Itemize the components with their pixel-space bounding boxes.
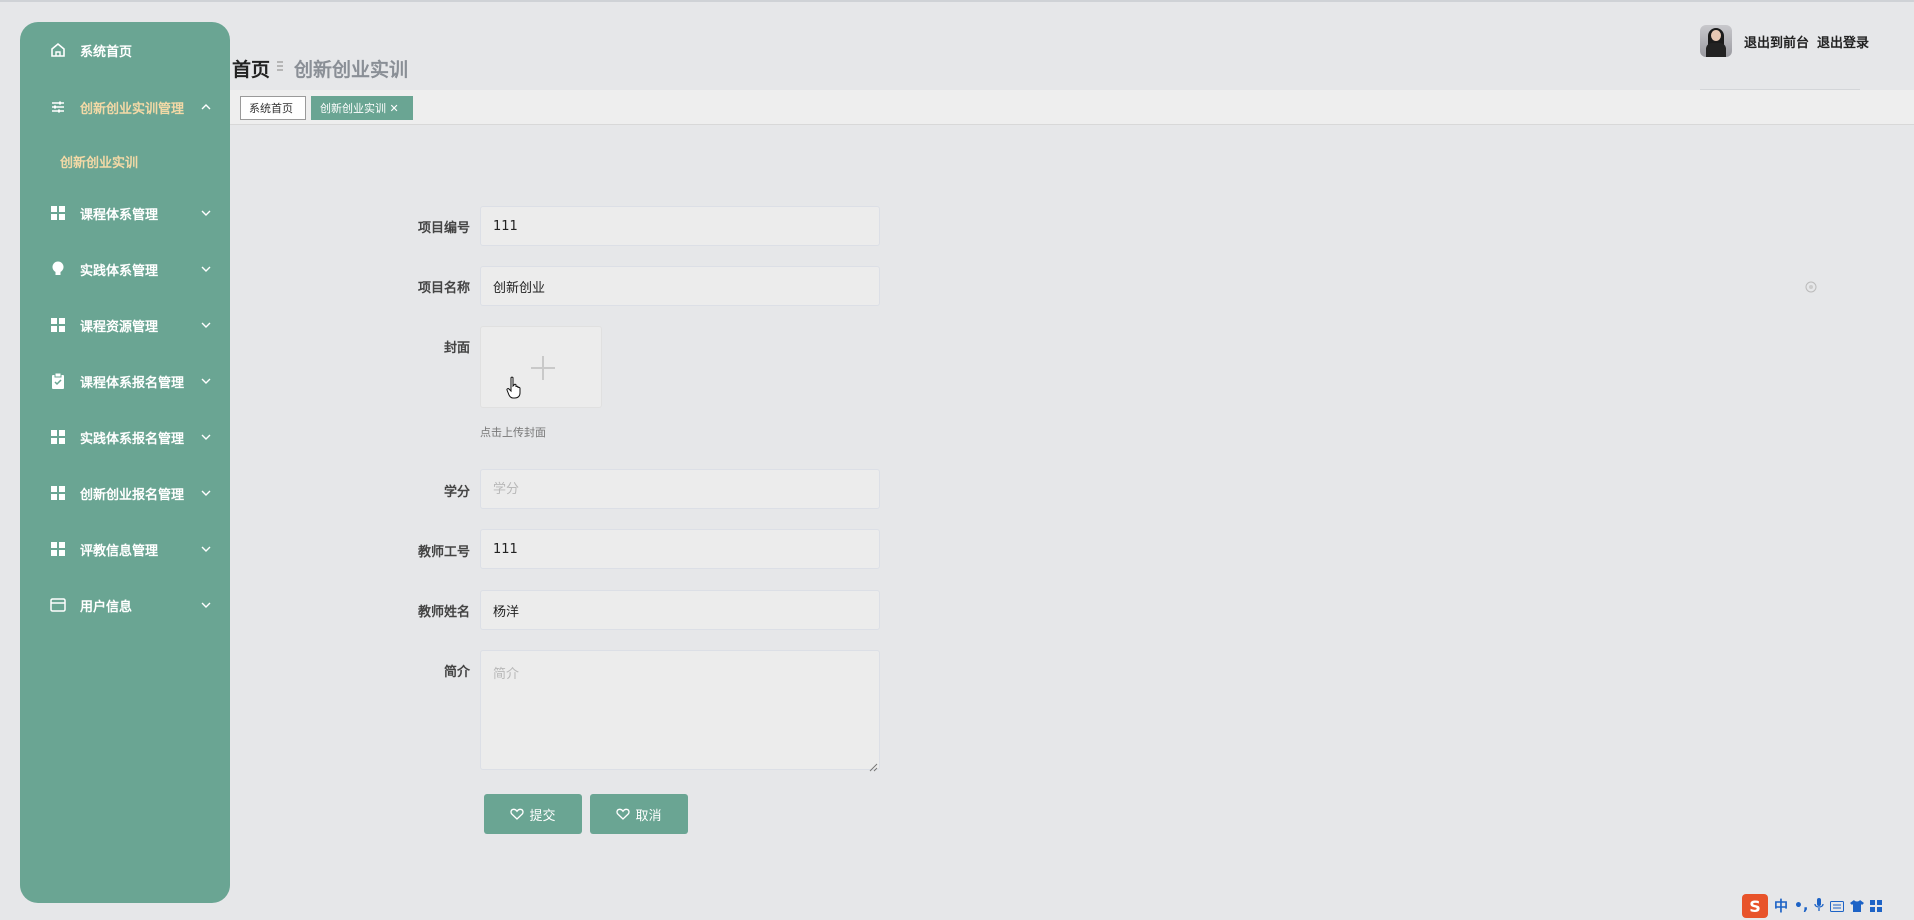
- sidebar-item-user-info[interactable]: 用户信息: [20, 585, 230, 625]
- project-no-input[interactable]: [480, 206, 880, 246]
- sidebar-item-label: 课程体系报名管理: [80, 375, 185, 391]
- sidebar-item-evaluation-mgmt[interactable]: 评教信息管理: [20, 529, 230, 569]
- user-area: 退出到前台 退出登录: [1700, 24, 1869, 58]
- submit-label: 提交: [529, 807, 556, 823]
- cover-upload-tip: 点击上传封面: [480, 426, 546, 439]
- sidebar-item-label: 课程体系管理: [80, 207, 159, 223]
- clear-circle-icon[interactable]: [1805, 278, 1817, 293]
- hand-cursor-icon: [506, 376, 522, 404]
- cancel-button[interactable]: 取消: [590, 794, 688, 834]
- tabs-bar: [230, 90, 1914, 125]
- credit-label: 学分: [443, 485, 470, 500]
- ime-mode[interactable]: 中: [1774, 896, 1788, 916]
- shirt-icon[interactable]: [1850, 897, 1865, 916]
- heart-icon: [510, 808, 525, 820]
- close-icon[interactable]: ✕: [386, 102, 398, 115]
- avatar[interactable]: [1700, 25, 1732, 57]
- intro-textarea[interactable]: [480, 650, 880, 770]
- tab-innovation-training[interactable]: 创新创业实训 ✕: [311, 96, 413, 120]
- sidebar-item-practice-enroll-mgmt[interactable]: 实践体系报名管理: [20, 417, 230, 457]
- chevron-down-icon: [200, 599, 212, 611]
- credit-input[interactable]: [480, 469, 880, 509]
- sidebar-item-innovation-training-mgmt[interactable]: 创新创业实训管理: [20, 87, 230, 127]
- chevron-down-icon: [200, 487, 212, 499]
- chevron-down-icon: [200, 375, 212, 387]
- teacher-name-label: 教师姓名: [417, 605, 470, 620]
- breadcrumb-home[interactable]: 首页: [232, 55, 270, 82]
- sidebar-item-practice-system-mgmt[interactable]: 实践体系管理: [20, 249, 230, 289]
- sidebar-item-label: 评教信息管理: [80, 543, 159, 559]
- card-icon: [50, 597, 66, 613]
- sidebar-item-label: 创新创业实训管理: [80, 101, 185, 117]
- heart-icon: [616, 808, 631, 820]
- tab-home[interactable]: 系统首页: [240, 96, 306, 120]
- teacher-name-input[interactable]: [480, 590, 880, 630]
- logout-link[interactable]: 退出登录: [1817, 32, 1869, 51]
- ime-punct[interactable]: •,: [1794, 898, 1808, 914]
- chevron-down-icon: [200, 319, 212, 331]
- microphone-icon[interactable]: [1814, 897, 1824, 916]
- sidebar-subitem-innovation-training[interactable]: 创新创业实训: [60, 152, 138, 171]
- bulb-icon: [50, 261, 66, 277]
- breadcrumb-current: 创新创业实训: [294, 59, 409, 81]
- sidebar-item-innovation-enroll-mgmt[interactable]: 创新创业报名管理: [20, 473, 230, 513]
- sidebar: 系统首页 创新创业实训管理 创新创业实训 课程体系管理 实践体系管理 课程资源管…: [20, 22, 230, 903]
- sidebar-item-course-resource-mgmt[interactable]: 课程资源管理: [20, 305, 230, 345]
- teacher-no-label: 教师工号: [417, 545, 470, 560]
- project-name-input[interactable]: [480, 266, 880, 306]
- sidebar-item-course-system-mgmt[interactable]: 课程体系管理: [20, 193, 230, 233]
- plus-icon-stroke: [542, 356, 544, 380]
- resize-grip-icon[interactable]: [868, 757, 878, 772]
- grid-icon: [50, 485, 66, 501]
- exit-to-front-link[interactable]: 退出到前台: [1744, 32, 1809, 51]
- grid-icon: [50, 317, 66, 333]
- grid-icon: [50, 429, 66, 445]
- window-top-border: [0, 0, 1914, 2]
- tab-label: 创新创业实训: [320, 102, 386, 115]
- project-name-label: 项目名称: [417, 281, 470, 296]
- cancel-label: 取消: [635, 807, 662, 823]
- sidebar-item-label: 课程资源管理: [80, 319, 159, 335]
- grid-icon: [50, 205, 66, 221]
- sidebar-item-label: 系统首页: [80, 44, 133, 60]
- home-icon: [50, 42, 66, 58]
- chevron-down-icon: [200, 263, 212, 275]
- sogou-logo-icon[interactable]: S: [1742, 894, 1768, 918]
- chevron-down-icon: [200, 431, 212, 443]
- ime-toolbar: S 中 •,: [1742, 894, 1883, 918]
- chevron-up-icon: [200, 101, 212, 113]
- intro-label: 简介: [443, 665, 470, 680]
- sidebar-item-label: 创新创业报名管理: [80, 487, 185, 503]
- cover-upload[interactable]: [480, 326, 602, 408]
- sidebar-item-label: 用户信息: [80, 599, 133, 615]
- apps-grid-icon[interactable]: [1870, 897, 1883, 916]
- keyboard-icon[interactable]: [1830, 897, 1845, 916]
- sidebar-item-label: 实践体系报名管理: [80, 431, 185, 447]
- submit-button[interactable]: 提交: [484, 794, 582, 834]
- cover-label: 封面: [443, 341, 470, 356]
- sidebar-item-course-enroll-mgmt[interactable]: 课程体系报名管理: [20, 361, 230, 401]
- grid-icon: [50, 541, 66, 557]
- sidebar-item-home[interactable]: 系统首页: [20, 30, 230, 70]
- project-no-label: 项目编号: [417, 221, 470, 236]
- breadcrumb-separator-icon: [276, 60, 284, 76]
- chevron-down-icon: [200, 207, 212, 219]
- teacher-no-input[interactable]: [480, 529, 880, 569]
- sidebar-item-label: 实践体系管理: [80, 263, 159, 279]
- chevron-down-icon: [200, 543, 212, 555]
- sliders-icon: [50, 99, 66, 115]
- clipboard-icon: [50, 373, 66, 389]
